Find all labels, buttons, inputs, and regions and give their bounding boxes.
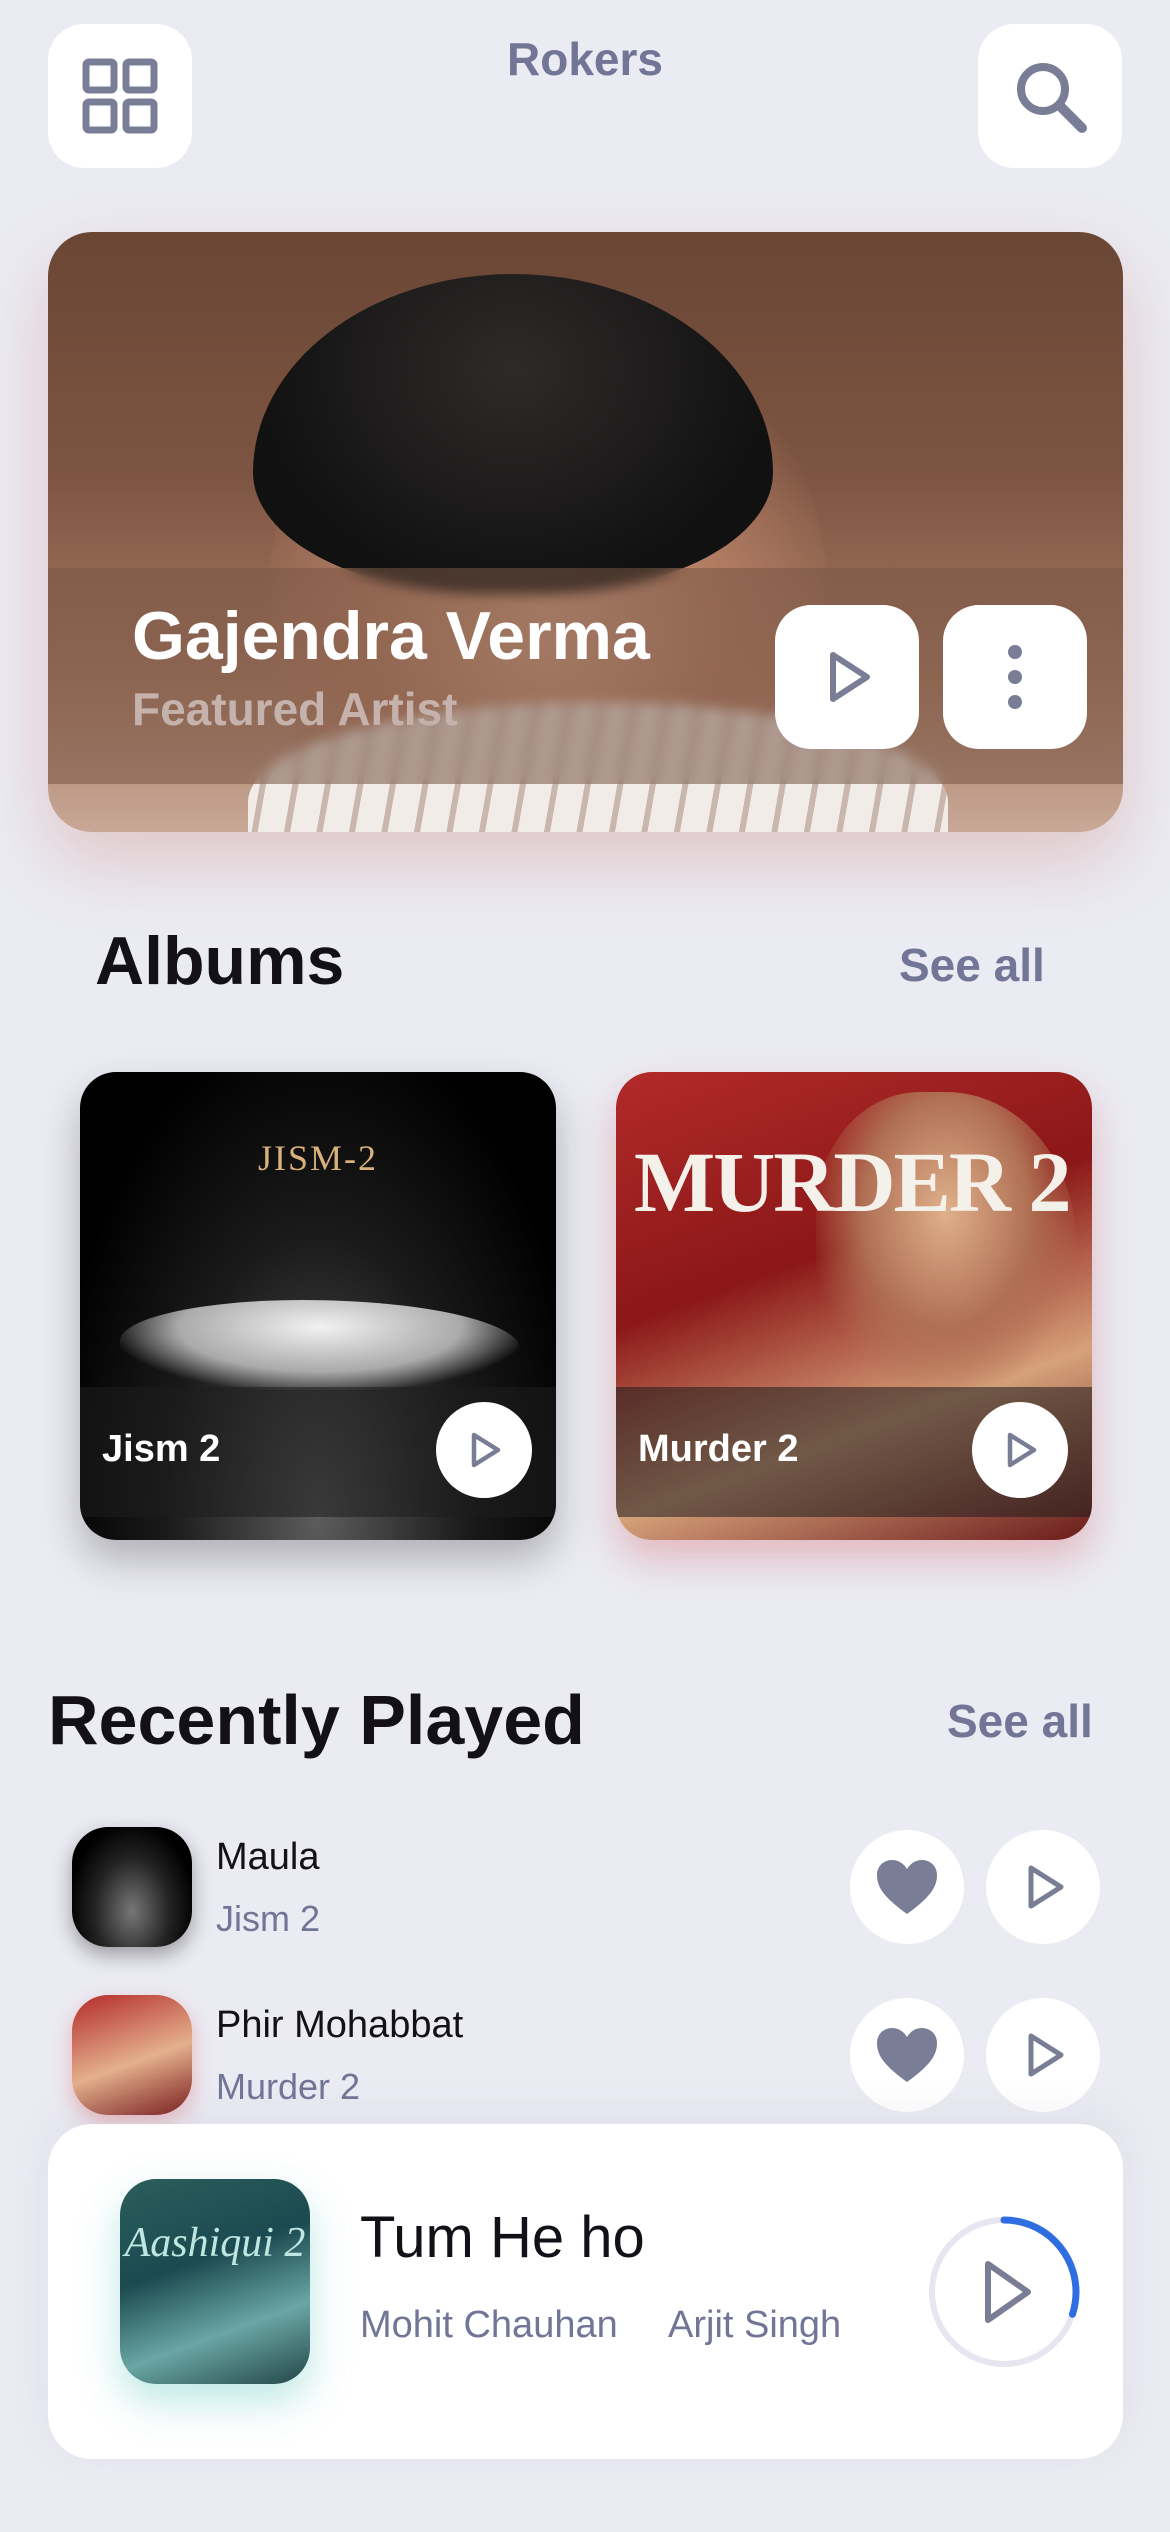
search-icon (1017, 63, 1087, 133)
album-art (120, 1300, 520, 1390)
album-poster-title: MURDER 2 (634, 1134, 1071, 1230)
now-playing-artist: Mohit Chauhan (360, 2304, 618, 2346)
album-card-murder-2[interactable]: MURDER 2 Murder 2 (616, 1072, 1092, 1540)
track-title: Phir Mohabbat (216, 2004, 464, 2046)
play-button[interactable] (986, 1998, 1100, 2112)
track-thumbnail (72, 1827, 192, 1947)
album-card-jism-2[interactable]: JISM-2 Jism 2 (80, 1072, 556, 1540)
featured-more-button[interactable] (943, 605, 1087, 749)
play-icon (830, 652, 870, 702)
recently-played-see-all-link[interactable]: See all (947, 1694, 1093, 1748)
featured-artist-card[interactable]: Gajendra Verma Featured Artist (48, 232, 1123, 832)
play-icon (985, 2261, 1031, 2323)
recently-played-heading: Recently Played (48, 1681, 585, 1759)
play-icon (1007, 1432, 1037, 1468)
album-play-button[interactable] (436, 1402, 532, 1498)
featured-artist-subtitle: Featured Artist (132, 683, 458, 735)
artist-hat (253, 274, 773, 594)
play-icon (1028, 2033, 1064, 2077)
featured-artist-name: Gajendra Verma (132, 598, 650, 674)
track-title: Maula (216, 1836, 320, 1878)
track-album: Jism 2 (216, 1898, 321, 1939)
album-play-button[interactable] (972, 1402, 1068, 1498)
play-icon (471, 1432, 501, 1468)
heart-icon (877, 1860, 937, 1914)
albums-see-all-link[interactable]: See all (899, 938, 1045, 992)
track-thumbnail (72, 1995, 192, 2115)
app-screen: Rokers Gajendra Verma Featured Artist Al (0, 0, 1170, 2532)
now-playing-artist: Arjit Singh (668, 2304, 842, 2346)
play-button[interactable] (986, 1830, 1100, 1944)
now-playing-poster-title: Aashiqui 2 (124, 2220, 306, 2266)
play-icon (1028, 1865, 1064, 1909)
more-vertical-icon (1008, 645, 1022, 709)
album-poster-title: JISM-2 (257, 1138, 379, 1178)
progress-ring (928, 2216, 1080, 2368)
search-button[interactable] (978, 24, 1122, 168)
like-button[interactable] (850, 1830, 964, 1944)
album-name: Jism 2 (102, 1428, 221, 1470)
now-playing-bar[interactable]: Aashiqui 2 Tum He ho Mohit Chauhan Arjit… (48, 2124, 1123, 2459)
heart-icon (877, 2028, 937, 2082)
now-playing-title: Tum He ho (360, 2205, 645, 2270)
albums-heading: Albums (95, 923, 345, 999)
like-button[interactable] (850, 1998, 964, 2112)
track-album: Murder 2 (216, 2066, 361, 2107)
album-name: Murder 2 (638, 1428, 799, 1470)
now-playing-play-button[interactable] (926, 2214, 1082, 2370)
featured-play-button[interactable] (775, 605, 919, 749)
now-playing-thumbnail: Aashiqui 2 (120, 2179, 310, 2384)
